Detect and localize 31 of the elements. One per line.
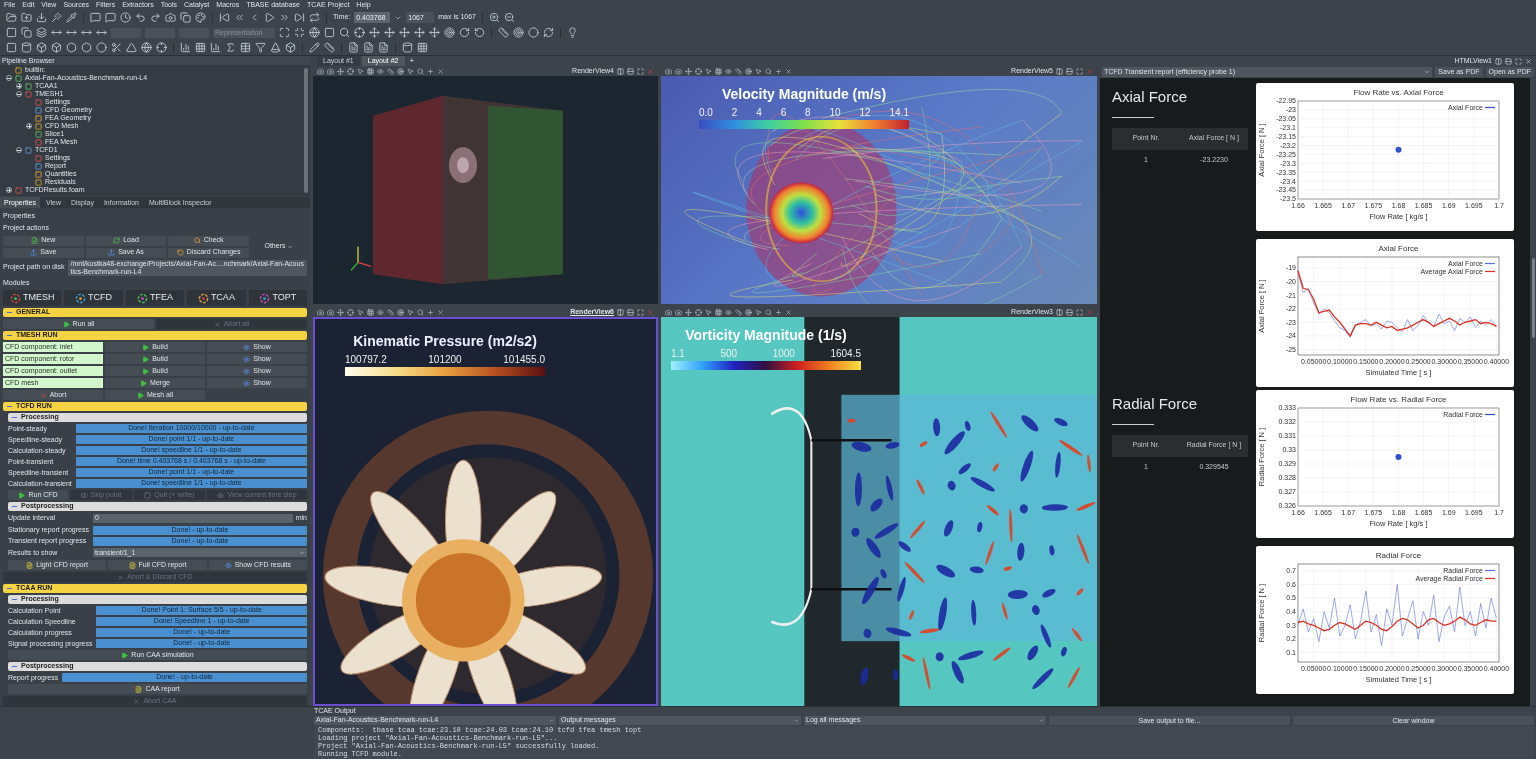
legend-label: 1.1 [671,347,685,361]
legend-label: 6 [780,106,787,120]
legend-label: 1604.5 [830,347,861,361]
legend-label: 1000 [772,347,795,361]
legend-label: 8 [805,106,811,120]
render-view[interactable]: Kinematic Pressure (m2/s2) 100797.2 101200 101455.0 [313,317,658,706]
chart-title: Axial Force [1378,244,1419,253]
legend-label: 0.0 [699,106,713,120]
add-layout-tab[interactable]: + [406,56,418,66]
legend-label: 101455.0 [503,353,545,367]
report-heading: Radial Force [1112,394,1199,414]
report-heading: Axial Force [1112,87,1189,107]
legend-title: Velocity Magnitude (m/s) [720,85,888,104]
chart-title: Flow Rate vs. Axial Force [1353,88,1444,97]
module-tab[interactable]: TMESH [3,290,62,306]
module-tab[interactable]: TOPT [248,290,307,306]
module-tab[interactable]: TFEA [125,290,185,306]
module-tab[interactable]: TCAA [187,290,246,306]
chart-title: Radial Force [1375,551,1422,560]
legend-label: 100797.2 [345,353,387,367]
legend-title: Kinematic Pressure (m2/s2) [352,332,538,351]
module-tab[interactable]: TCFD [64,290,123,306]
legend-label: 101200 [428,353,462,367]
legend-label: 500 [720,347,738,361]
legend-label: 4 [756,106,762,120]
legend-label: 14.1 [889,106,909,120]
legend-label: 2 [731,106,738,120]
legend-label: 12 [859,106,871,120]
render-view[interactable]: Velocity Magnitude (m/s) 0.0 2 4 6 8 10 12 14.1 [661,76,1097,304]
legend-label: 10 [829,106,841,120]
chart-title: Flow Rate vs. Radial Force [1350,395,1447,404]
